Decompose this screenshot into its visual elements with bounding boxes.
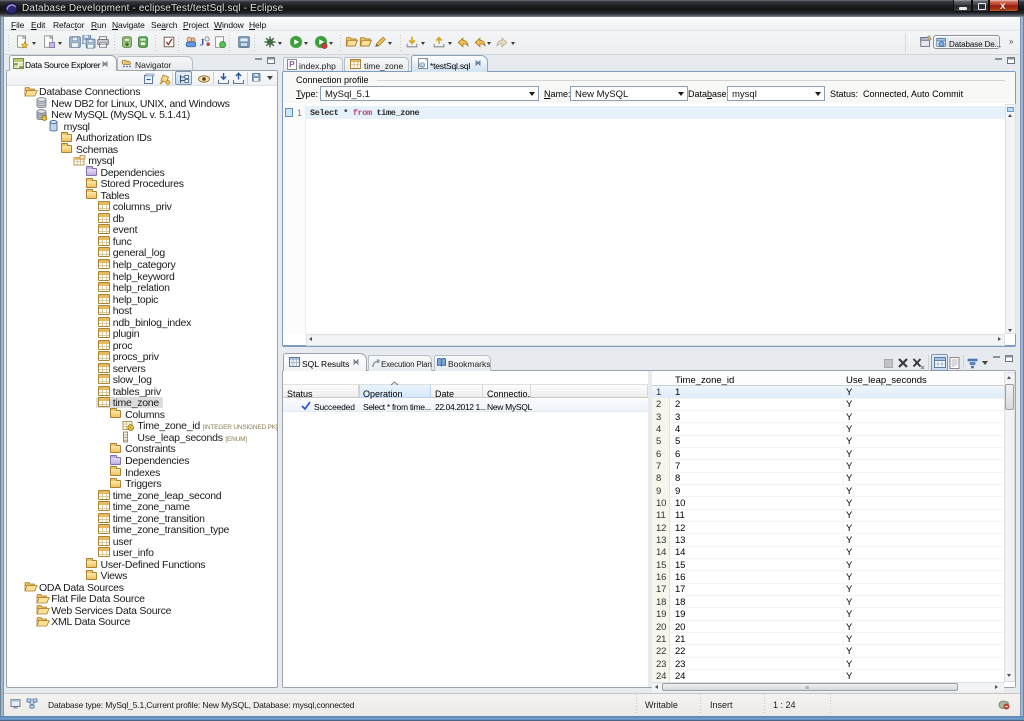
svg-text:J: J: [200, 38, 205, 49]
svg-text:P: P: [289, 60, 295, 69]
